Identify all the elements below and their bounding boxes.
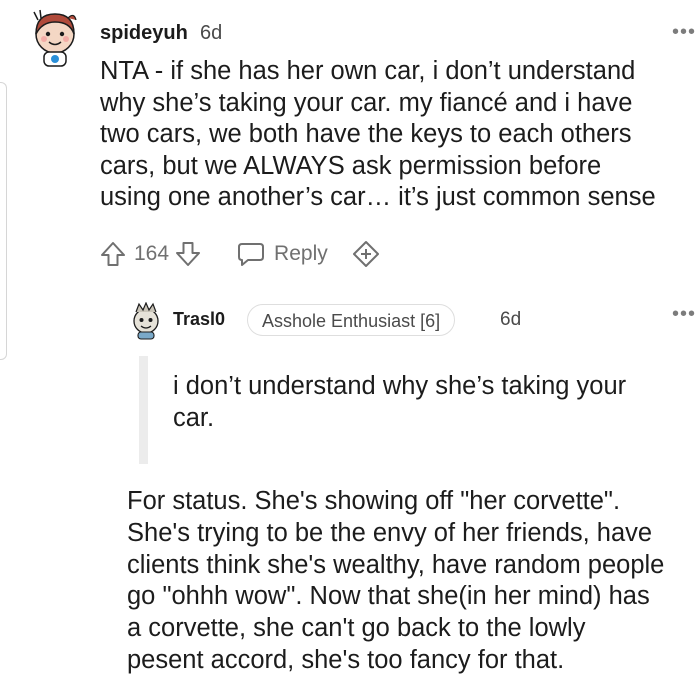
downvote-arrow-icon[interactable] [175, 241, 201, 267]
reply-button[interactable]: Reply [237, 241, 328, 267]
snoo-avatar-icon[interactable] [30, 8, 80, 68]
more-options-icon[interactable]: ••• [672, 22, 696, 42]
user-flair: Asshole Enthusiast [6] [247, 304, 456, 336]
reply-label: Reply [274, 242, 328, 265]
reply-body: For status. She's showing off "her corve… [127, 487, 665, 674]
reply-username[interactable]: Trasl0 [173, 309, 225, 330]
quote-bar [139, 356, 148, 464]
more-options-icon[interactable]: ••• [672, 304, 696, 324]
award-plus-icon[interactable] [352, 240, 380, 268]
thread-collapse-rail[interactable] [0, 82, 7, 360]
comment-username[interactable]: spideyuh [100, 22, 188, 45]
comment-actions: 164 Reply [100, 234, 380, 274]
upvote-arrow-icon[interactable] [100, 241, 126, 267]
vote-count: 164 [134, 242, 170, 265]
reply-timestamp: 6d [500, 309, 522, 330]
speech-bubble-icon [237, 241, 265, 267]
comment-timestamp: 6d [200, 22, 223, 44]
reply-avatar-icon[interactable] [129, 301, 163, 340]
blockquote-text: i don’t understand why she’s taking your… [173, 372, 627, 432]
comment-body: NTA - if she has her own car, i don’t un… [100, 57, 656, 211]
